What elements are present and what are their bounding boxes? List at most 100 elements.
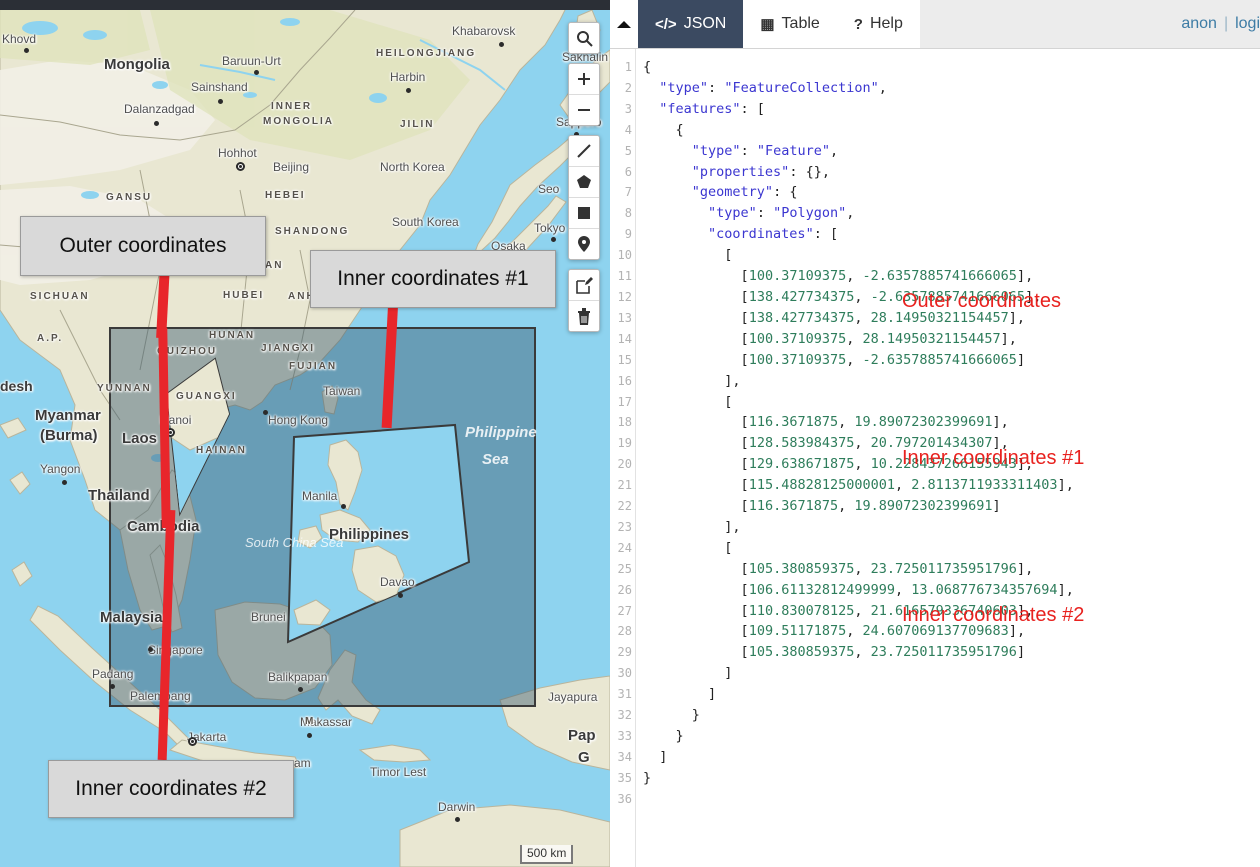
json-line[interactable]: ] [643,684,1260,705]
json-line[interactable] [643,789,1260,810]
json-line[interactable]: [100.37109375, -2.6357885741666065], [643,266,1260,287]
json-line[interactable]: [116.3671875, 19.89072302399691] [643,496,1260,517]
json-token: 105.380859375 [749,644,855,660]
json-line[interactable]: { [643,57,1260,78]
line-number: 4 [610,120,635,141]
line-number: 10 [610,245,635,266]
line-number: 22 [610,496,635,517]
json-token: } [692,707,700,723]
line-number: 6 [610,162,635,183]
json-line[interactable]: "properties": {}, [643,162,1260,183]
json-line[interactable]: [ [643,538,1260,559]
edit-icon[interactable] [569,270,599,301]
json-token: ] [724,665,732,681]
tab-help[interactable]: ? Help [837,0,920,48]
map-basemap [0,10,610,867]
line-number: 2 [610,78,635,99]
json-line[interactable]: ] [643,663,1260,684]
polygon-icon[interactable] [569,167,599,198]
json-token: , [854,644,870,660]
json-token: [ [741,414,749,430]
json-line[interactable]: [115.48828125000001, 2.8113711933311403]… [643,475,1260,496]
line-number: 15 [610,350,635,371]
json-line[interactable]: "type": "FeatureCollection", [643,78,1260,99]
question-icon: ? [854,16,863,33]
json-token: "Feature" [757,143,830,159]
line-number: 28 [610,621,635,642]
json-token: { [643,59,651,75]
json-line[interactable]: [100.37109375, -2.6357885741666065] [643,350,1260,371]
json-line[interactable]: ], [643,517,1260,538]
search-icon[interactable] [569,23,599,53]
json-token: : [ [814,226,838,242]
json-line[interactable]: } [643,705,1260,726]
json-red-annotation: Outer coordinates [902,290,1061,313]
scale-bar: 500 km [520,845,573,864]
json-line[interactable]: { [643,120,1260,141]
json-line[interactable]: [100.37109375, 28.14950321154457], [643,329,1260,350]
trash-icon[interactable] [569,301,599,331]
map-canvas[interactable]: KhovdMongoliaBaruun-UrtSainshandDalanzad… [0,10,610,867]
rectangle-icon[interactable] [569,198,599,229]
map-toolgroup-draw[interactable] [568,135,600,260]
json-token: -2.6357885741666065 [863,352,1017,368]
polyline-icon[interactable] [569,136,599,167]
collapse-caret-icon[interactable] [610,0,638,48]
json-token: ] [708,686,716,702]
line-number-gutter: 1234567891011121314151617181920212223242… [610,49,636,867]
tab-table[interactable]: ▦ Table [743,0,836,48]
json-code-area[interactable]: 1234567891011121314151617181920212223242… [610,49,1260,867]
json-token: 110.830078125 [749,603,855,619]
json-token: [ [741,603,749,619]
json-token: "properties" [692,164,790,180]
tab-help-label: Help [870,15,903,33]
line-number: 30 [610,663,635,684]
json-token: [ [741,498,749,514]
json-line[interactable]: "coordinates": [ [643,224,1260,245]
zoom-in-icon[interactable] [569,64,599,95]
json-token: , [854,435,870,451]
map-panel[interactable]: KhovdMongoliaBaruun-UrtSainshandDalanzad… [0,0,610,867]
json-token: 116.3671875 [749,498,838,514]
marker-icon[interactable] [569,229,599,259]
json-token: [ [724,394,732,410]
json-line[interactable]: [105.380859375, 23.725011735951796], [643,559,1260,580]
json-token: , [879,80,887,96]
json-token: ] [1017,352,1025,368]
line-number: 19 [610,433,635,454]
json-line[interactable]: [105.380859375, 23.725011735951796] [643,642,1260,663]
json-line[interactable]: [ [643,245,1260,266]
json-token: "type" [659,80,708,96]
json-line[interactable]: ], [643,371,1260,392]
tab-json[interactable]: </> JSON [638,0,743,48]
app-root: KhovdMongoliaBaruun-UrtSainshandDalanzad… [0,0,1260,867]
json-line[interactable]: "type": "Polygon", [643,203,1260,224]
map-toolgroup-search[interactable] [568,22,600,54]
line-number: 36 [610,789,635,810]
json-token: 100.37109375 [749,331,847,347]
json-line[interactable]: } [643,768,1260,789]
line-number: 12 [610,287,635,308]
json-line[interactable]: } [643,726,1260,747]
json-line[interactable]: [106.61132812499999, 13.068776734357694]… [643,580,1260,601]
json-token: ] [659,749,667,765]
json-token: 13.068776734357694 [911,582,1057,598]
json-editor-panel: </> JSON ▦ Table ? Help anon | logi 1234… [610,0,1260,867]
json-token: "features" [659,101,740,117]
json-line[interactable]: "geometry": { [643,182,1260,203]
json-line[interactable]: [ [643,392,1260,413]
json-line[interactable]: "features": [ [643,99,1260,120]
json-token: 129.638671875 [749,456,855,472]
map-toolgroup-zoom[interactable] [568,63,600,126]
map-toolgroup-edit[interactable] [568,269,600,332]
json-token: "geometry" [692,184,773,200]
account-user-link[interactable]: anon [1181,15,1217,33]
zoom-out-icon[interactable] [569,95,599,125]
line-number: 14 [610,329,635,350]
map-toolbar[interactable] [568,22,600,332]
json-line[interactable]: ] [643,747,1260,768]
json-line[interactable]: [116.3671875, 19.89072302399691], [643,412,1260,433]
json-token: 116.3671875 [749,414,838,430]
login-link[interactable]: logi [1235,15,1260,33]
json-line[interactable]: "type": "Feature", [643,141,1260,162]
